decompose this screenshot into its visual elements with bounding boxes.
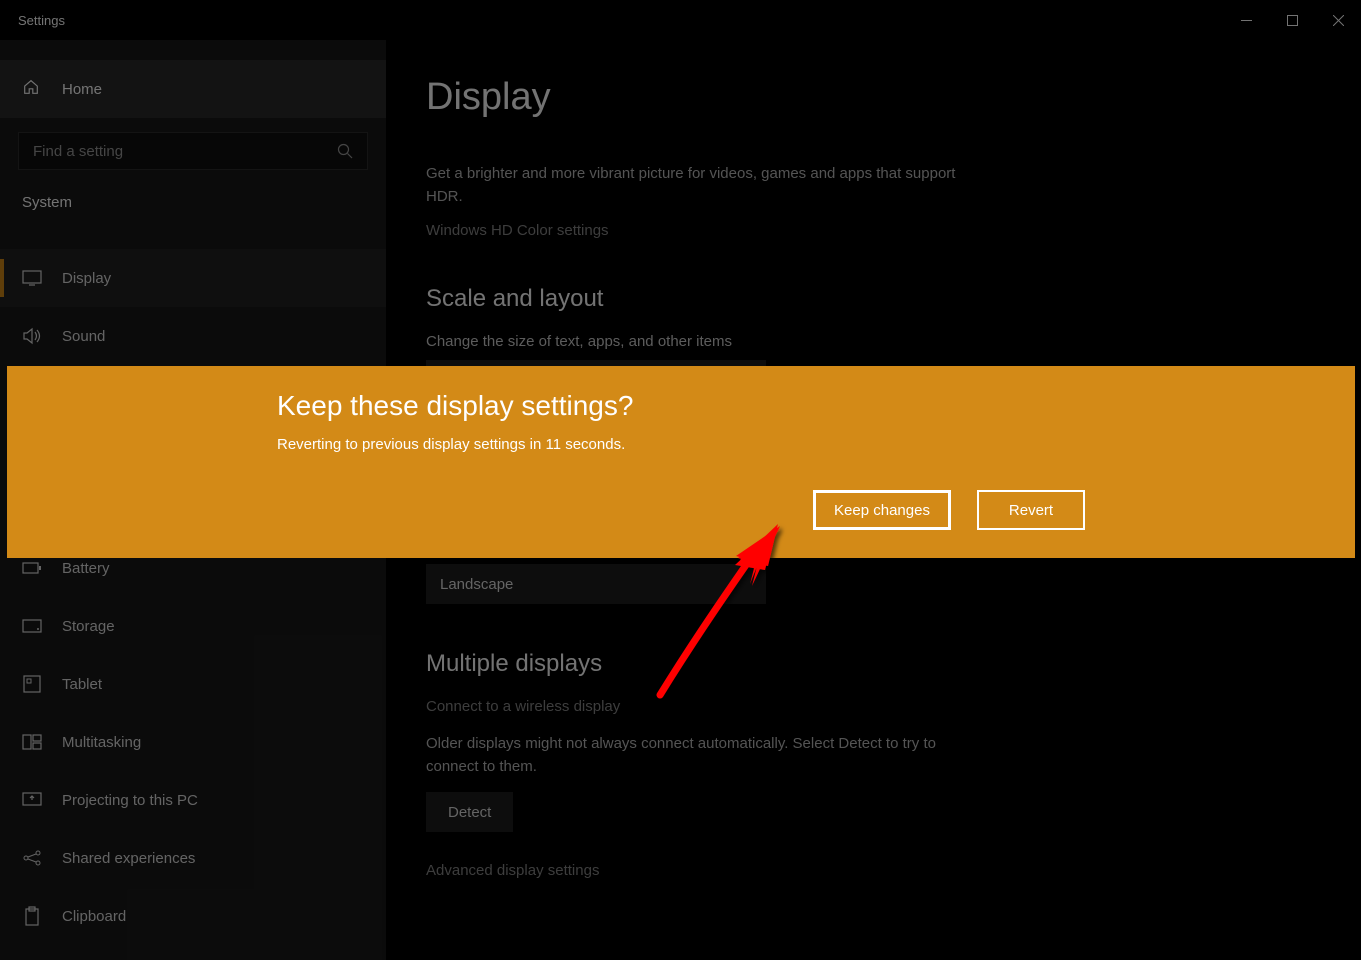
sidebar-item-sound[interactable]: Sound [0,307,386,365]
advanced-display-link[interactable]: Advanced display settings [426,862,1321,879]
sidebar-item-display[interactable]: Display [0,249,386,307]
sidebar-item-label: Shared experiences [62,850,195,867]
sidebar-item-label: Clipboard [62,908,126,925]
sidebar-item-label: Tablet [62,676,102,693]
window-controls [1223,0,1361,40]
detect-button-label: Detect [448,804,491,821]
sidebar-home-label: Home [62,81,102,98]
window-title: Settings [0,13,65,28]
scale-label: Change the size of text, apps, and other… [426,333,1321,350]
clipboard-icon [22,906,42,926]
maximize-button[interactable] [1269,0,1315,40]
dialog-message: Reverting to previous display settings i… [277,436,1085,453]
sidebar-item-label: Battery [62,560,110,577]
hdr-description: Get a brighter and more vibrant picture … [426,163,986,208]
sidebar-item-multitasking[interactable]: Multitasking [0,713,386,771]
display-icon [22,268,42,288]
sidebar-item-label: Multitasking [62,734,141,751]
dialog-title: Keep these display settings? [277,390,1085,422]
search-placeholder: Find a setting [33,143,337,160]
detect-button[interactable]: Detect [426,792,513,832]
search-icon [337,143,353,159]
revert-label: Revert [1009,502,1053,519]
sidebar-item-tablet[interactable]: Tablet [0,655,386,713]
close-icon [1333,15,1344,26]
title-bar: Settings [0,0,1361,40]
sidebar-item-label: Projecting to this PC [62,792,198,809]
keep-settings-dialog: Keep these display settings? Reverting t… [7,366,1355,558]
sidebar-item-label: Sound [62,328,105,345]
sidebar-home[interactable]: Home [0,60,386,118]
tablet-icon [22,674,42,694]
sidebar-item-label: Storage [62,618,115,635]
minimize-icon [1241,15,1252,26]
multi-description: Older displays might not always connect … [426,733,986,778]
keep-changes-label: Keep changes [834,502,930,519]
revert-button[interactable]: Revert [977,490,1085,530]
orientation-select[interactable]: Landscape [426,564,766,604]
home-icon [22,78,40,100]
scale-heading: Scale and layout [426,285,1321,313]
sidebar-item-shared[interactable]: Shared experiences [0,829,386,887]
wireless-display-link[interactable]: Connect to a wireless display [426,698,1321,715]
keep-changes-button[interactable]: Keep changes [813,490,951,530]
sidebar-item-projecting[interactable]: Projecting to this PC [0,771,386,829]
sidebar-item-clipboard[interactable]: Clipboard [0,887,386,945]
shared-icon [22,848,42,868]
multiple-displays-heading: Multiple displays [426,650,1321,678]
storage-icon [22,616,42,636]
close-button[interactable] [1315,0,1361,40]
hdr-settings-link[interactable]: Windows HD Color settings [426,222,1321,239]
search-input[interactable]: Find a setting [18,132,368,170]
battery-icon [22,558,42,578]
projecting-icon [22,790,42,810]
page-title: Display [426,76,1321,119]
minimize-button[interactable] [1223,0,1269,40]
sidebar-item-storage[interactable]: Storage [0,597,386,655]
multitasking-icon [22,732,42,752]
sidebar-category: System [0,188,386,225]
sidebar-item-label: Display [62,270,111,287]
maximize-icon [1287,15,1298,26]
orientation-value: Landscape [440,576,513,593]
sound-icon [22,326,42,346]
